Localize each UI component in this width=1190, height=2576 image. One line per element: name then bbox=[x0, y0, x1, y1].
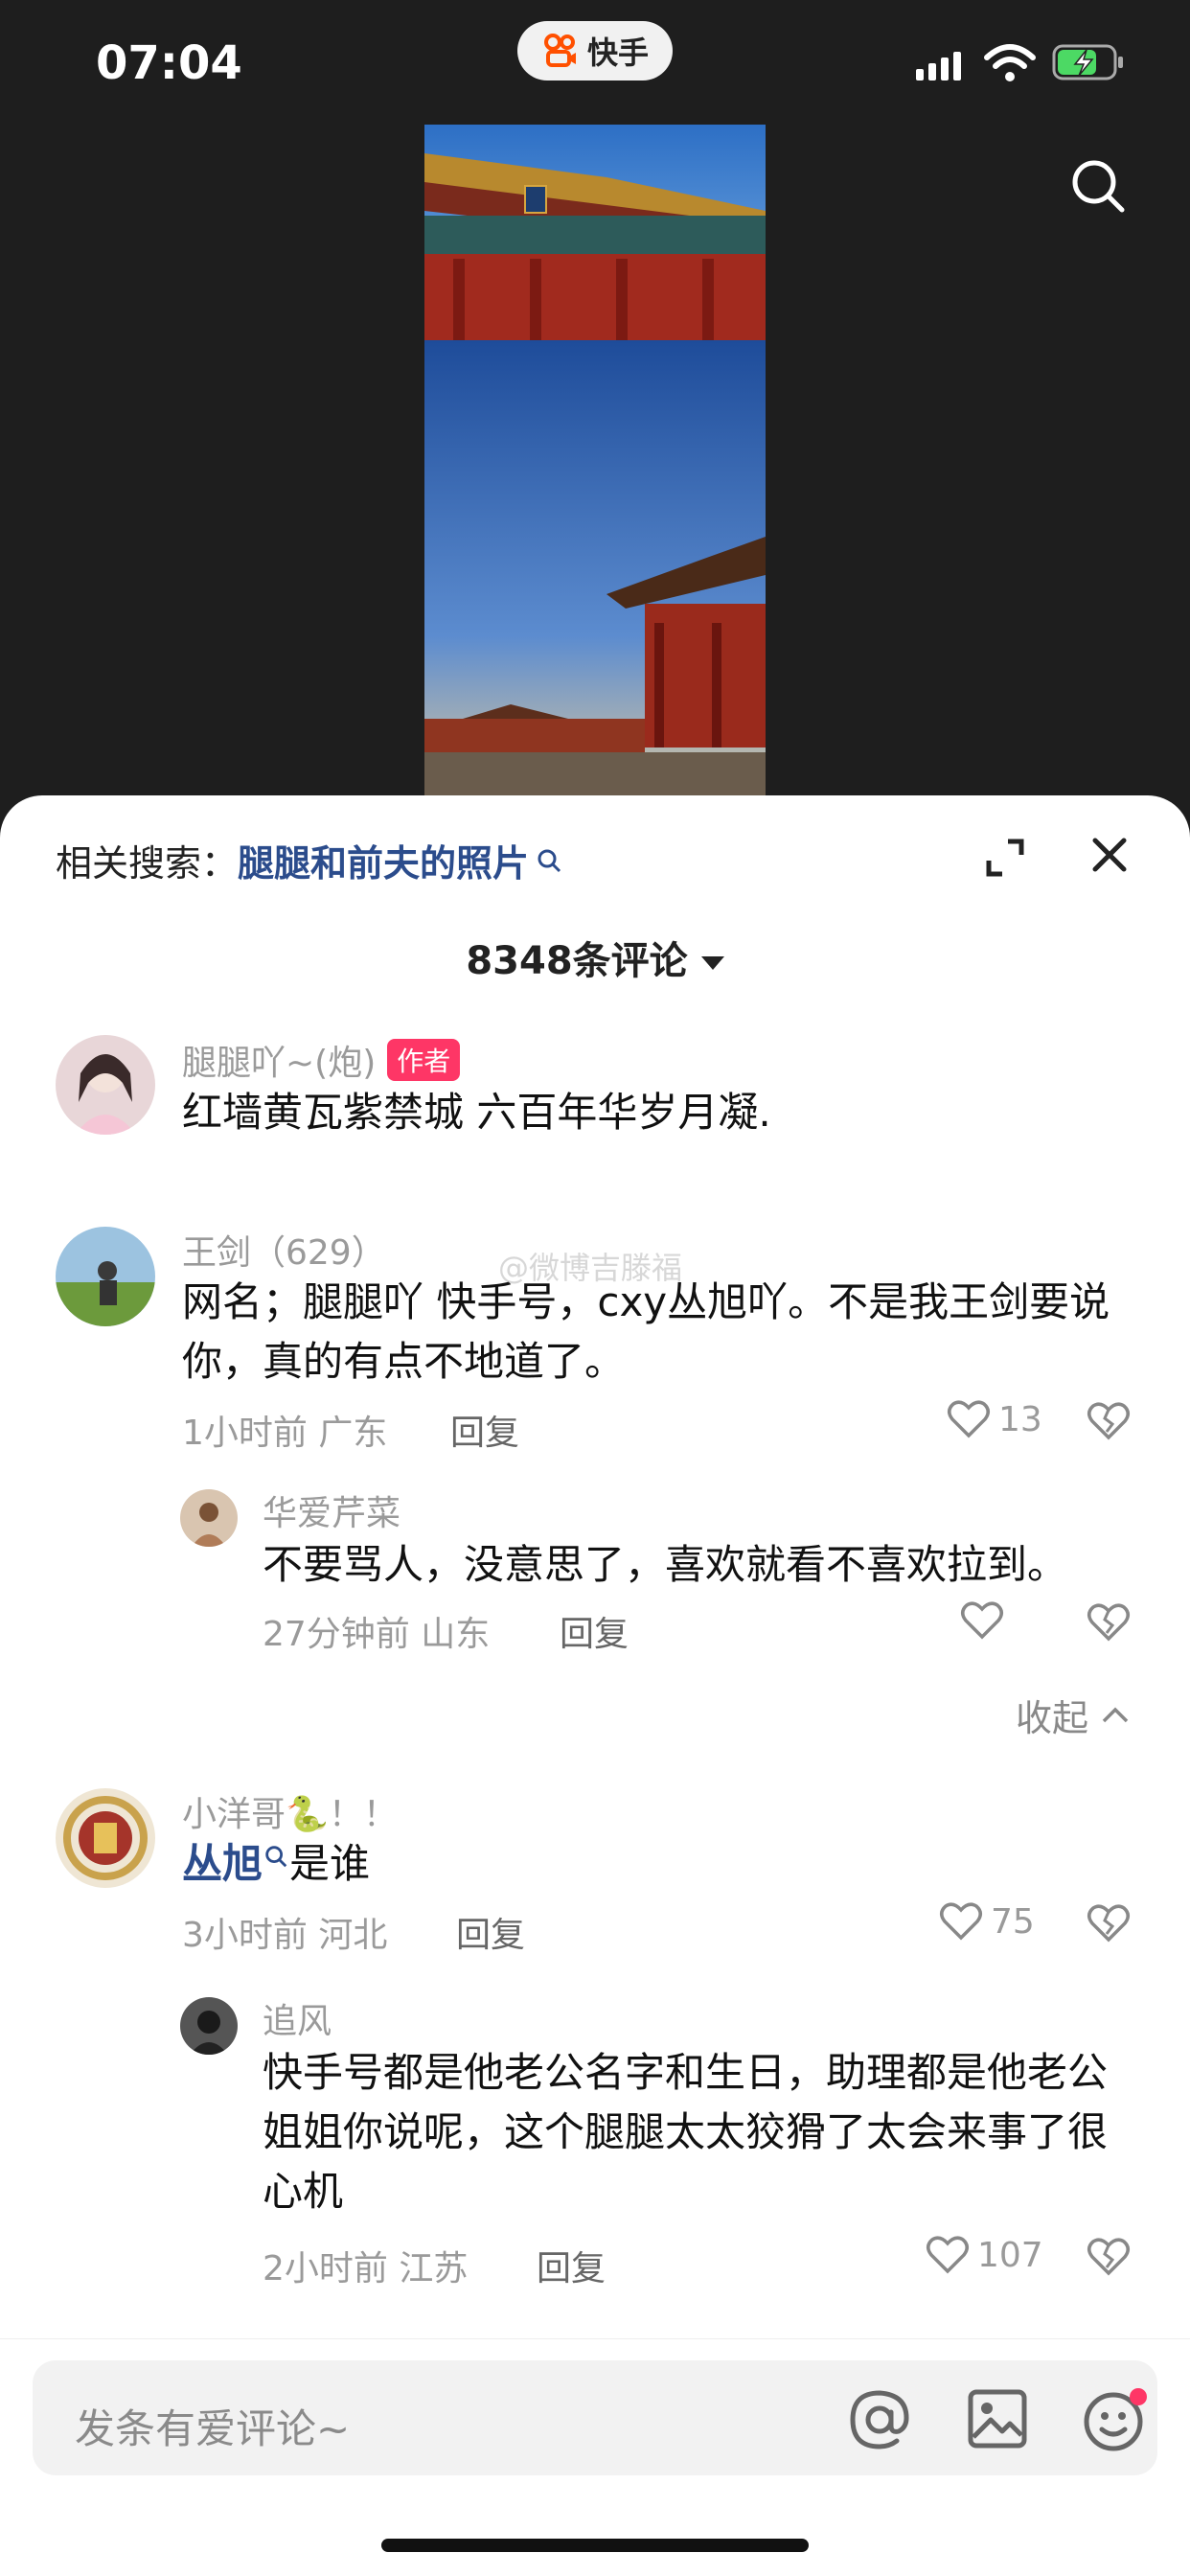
related-search-label: 相关搜索： bbox=[56, 842, 239, 885]
status-time: 07:04 bbox=[96, 36, 242, 90]
expand-icon[interactable] bbox=[983, 836, 1027, 880]
author-badge: 作者 bbox=[387, 1039, 461, 1081]
reply-button[interactable]: 回复 bbox=[450, 1405, 519, 1455]
close-icon[interactable] bbox=[1090, 836, 1129, 874]
collapse-replies-button[interactable]: 收起 bbox=[1016, 1689, 1131, 1741]
comment-text: 红墙黄瓦紫禁城 六百年华岁月凝. bbox=[182, 1089, 771, 1136]
comment-input[interactable]: 发条有爱评论~ bbox=[33, 2360, 1157, 2475]
comment-text: 丛旭 是谁 bbox=[182, 1840, 371, 1887]
status-bar: 07:04 快手 bbox=[0, 0, 1190, 125]
avatar[interactable] bbox=[56, 1035, 155, 1135]
like-button[interactable]: 75 bbox=[939, 1901, 1035, 1942]
heart-icon bbox=[961, 1601, 1003, 1640]
small-search-icon bbox=[538, 849, 561, 872]
wifi-icon bbox=[984, 44, 1036, 81]
comment-input-placeholder: 发条有爱评论~ bbox=[75, 2405, 351, 2452]
kuaishou-logo-icon bbox=[543, 34, 576, 67]
dislike-broken-heart-icon[interactable] bbox=[1087, 1602, 1131, 1643]
like-button[interactable]: 13 bbox=[947, 1399, 1042, 1439]
comment-author-name[interactable]: 腿腿吖~(炮) 作者 bbox=[182, 1035, 461, 1085]
caret-down-icon bbox=[700, 956, 724, 970]
comment-count-dropdown[interactable]: 8348条评论 bbox=[0, 930, 1190, 985]
watermark: @微博吉滕福 bbox=[498, 1250, 683, 1286]
dislike-broken-heart-icon[interactable] bbox=[1087, 1903, 1131, 1944]
comment-time-location: 1小时前 广东 bbox=[182, 1414, 388, 1453]
cellular-signal-icon bbox=[916, 46, 961, 80]
avatar[interactable] bbox=[180, 1997, 238, 2055]
heart-icon bbox=[927, 2236, 969, 2274]
search-link[interactable]: 丛旭 bbox=[182, 1840, 263, 1887]
heart-icon bbox=[948, 1400, 990, 1438]
video-preview[interactable] bbox=[0, 125, 1190, 815]
battery-charging-icon bbox=[1052, 44, 1123, 80]
dislike-broken-heart-icon[interactable] bbox=[1087, 2237, 1131, 2277]
avatar[interactable] bbox=[56, 1788, 155, 1888]
avatar[interactable] bbox=[180, 1489, 238, 1547]
comment-time-location: 3小时前 河北 bbox=[182, 1916, 388, 1955]
reply-author-name[interactable]: 华爱芹菜 bbox=[263, 1485, 400, 1535]
reply-text: 不要骂人，没意思了，喜欢就看不喜欢拉到。 bbox=[263, 1541, 1068, 1588]
app-name: 快手 bbox=[586, 34, 649, 71]
heart-icon bbox=[940, 1902, 982, 1941]
reply-text: 快手号都是他老公名字和生日，助理都是他老公姐姐你说呢，这个腿腿太太狡猾了太会来事… bbox=[263, 2049, 1109, 2215]
reply-button[interactable]: 回复 bbox=[560, 1606, 629, 1656]
reply-time-location: 27分钟前 山东 bbox=[263, 1615, 491, 1654]
app-indicator-pill[interactable]: 快手 bbox=[517, 21, 673, 80]
comment-count: 8348条评论 bbox=[466, 939, 688, 983]
reply-button[interactable]: 回复 bbox=[537, 2241, 606, 2290]
at-mention-icon[interactable] bbox=[847, 2387, 912, 2452]
comment-input-bar: 发条有爱评论~ bbox=[0, 2338, 1190, 2576]
avatar[interactable] bbox=[56, 1227, 155, 1326]
like-button[interactable]: 107 bbox=[926, 2235, 1043, 2275]
comment-text: 网名；腿腿吖 快手号，cxy丛旭吖。不是我王剑要说你，真的有点不地道了。 bbox=[182, 1278, 1110, 1385]
related-search[interactable]: 相关搜索： 腿腿和前夫的照片 bbox=[56, 834, 563, 886]
comment-author-name[interactable]: 王剑（629） bbox=[182, 1225, 386, 1275]
like-count: 107 bbox=[977, 2235, 1043, 2275]
chevron-up-icon bbox=[1102, 1707, 1129, 1722]
comment-sheet: 相关搜索： 腿腿和前夫的照片 8348条评论 腿腿吖~(炮) 作者 红墙黄瓦紫禁城… bbox=[0, 795, 1190, 2576]
like-count: 75 bbox=[991, 1901, 1035, 1942]
reply-button[interactable]: 回复 bbox=[456, 1907, 525, 1957]
comment-author-name[interactable]: 小洋哥🐍！！ bbox=[182, 1786, 398, 1836]
reply-time-location: 2小时前 江苏 bbox=[263, 2249, 469, 2288]
image-icon[interactable] bbox=[966, 2387, 1029, 2450]
reply-author-name[interactable]: 追风 bbox=[263, 1993, 332, 2043]
like-count: 13 bbox=[998, 1399, 1042, 1439]
related-search-query[interactable]: 腿腿和前夫的照片 bbox=[238, 834, 529, 886]
like-button[interactable] bbox=[960, 1600, 1012, 1641]
home-indicator[interactable] bbox=[381, 2539, 809, 2552]
collapse-label: 收起 bbox=[1016, 1697, 1089, 1739]
search-icon[interactable] bbox=[1069, 157, 1127, 215]
video-thumbnail-forbidden-city bbox=[424, 125, 766, 795]
emoji-icon[interactable] bbox=[1081, 2385, 1150, 2454]
dislike-broken-heart-icon[interactable] bbox=[1087, 1401, 1131, 1441]
small-search-icon bbox=[265, 1846, 287, 1868]
